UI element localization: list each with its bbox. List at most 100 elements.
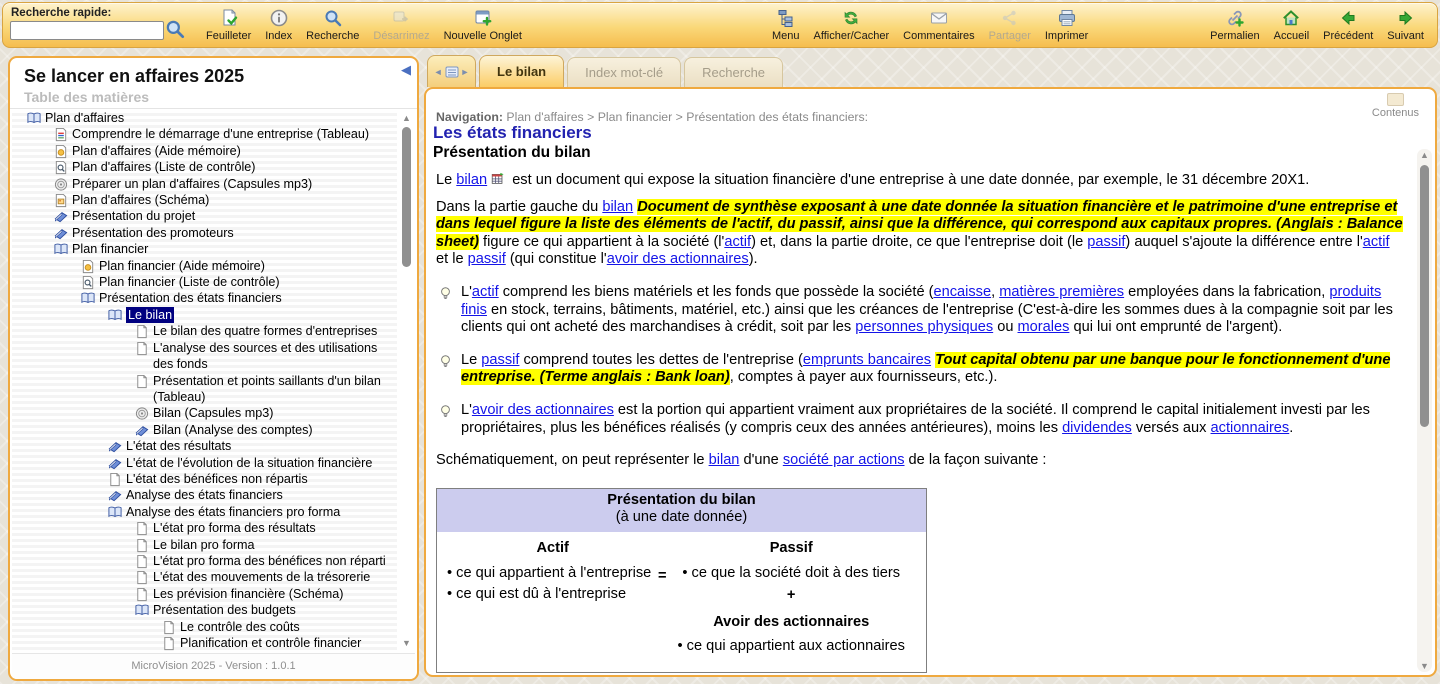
content-link[interactable]: emprunts bancaires [803, 352, 931, 368]
tree-item-plan-d-affaires-schema[interactable]: Plan d'affaires (Schéma) [12, 192, 397, 208]
content-link[interactable]: société par actions [783, 452, 905, 468]
page-subtitle: Présentation du bilan [433, 144, 591, 162]
contents-button[interactable]: Contenus [1372, 93, 1419, 119]
scroll-down-icon[interactable]: ▼ [399, 637, 414, 649]
tree-item-presentation-des-etats-financiers[interactable]: Présentation des états financiers [12, 290, 397, 306]
afficher-cacher-button[interactable]: Afficher/Cacher [807, 6, 897, 42]
tree-item-label: L'état de l'évolution de la situation fi… [126, 455, 372, 471]
tree-item-l-etat-de-l-evolution-de-la-situation-financiere[interactable]: L'état de l'évolution de la situation fi… [12, 455, 397, 471]
feuilleter-button[interactable]: Feuilleter [199, 6, 258, 42]
content-scrollbar[interactable]: ▲ ▼ [1417, 149, 1432, 672]
tree-item-analyse-des-etats-financiers[interactable]: Analyse des états financiers [12, 487, 397, 503]
book-icon [107, 308, 123, 323]
tree-item-presentation-du-projet[interactable]: Présentation du projet [12, 208, 397, 224]
tree-item-l-etat-des-resultats[interactable]: L'état des résultats [12, 438, 397, 454]
tree-item-le-bilan-des-quatre-formes-d-entreprises[interactable]: Le bilan des quatre formes d'entreprises [12, 323, 397, 339]
tab-index-mot-cle[interactable]: Index mot-clé [567, 57, 681, 87]
text-run: ) auquel s'ajoute la différence entre l' [1125, 234, 1362, 250]
scrollbar-thumb[interactable] [1420, 165, 1429, 427]
tree-item-le-bilan-pro-forma[interactable]: Le bilan pro forma [12, 537, 397, 553]
tree-item-planification-et-controle-financier[interactable]: Planification et contrôle financier [12, 635, 397, 651]
scroll-up-icon[interactable]: ▲ [399, 112, 414, 124]
text-run: comprend toutes les dettes de l'entrepri… [519, 352, 802, 368]
content-link[interactable]: actif [472, 284, 499, 300]
toolbar-button-label: Afficher/Cacher [814, 30, 890, 42]
permalien-button[interactable]: Permalien [1203, 6, 1267, 42]
content-link[interactable]: avoir des actionnaires [607, 251, 749, 267]
text-run: d'une [739, 452, 782, 468]
tree-item-label: Présentation du projet [72, 208, 195, 224]
imprimer-button[interactable]: Imprimer [1038, 6, 1095, 42]
page-icon [134, 341, 150, 356]
tab-le-bilan[interactable]: Le bilan [479, 55, 564, 87]
tree-item-label: Bilan (Analyse des comptes) [153, 422, 313, 438]
content-link[interactable]: passif [481, 352, 519, 368]
tab-recherche[interactable]: Recherche [684, 57, 783, 87]
menu-button[interactable]: Menu [765, 6, 807, 42]
search-icon[interactable] [164, 18, 186, 40]
tree-item-presentation-et-points-saillants-d-un-bilan-tableau[interactable]: Présentation et points saillants d'un bi… [12, 373, 397, 406]
tree-item-presentation-des-budgets[interactable]: Présentation des budgets [12, 602, 397, 618]
tree-item-l-analyse-des-sources-et-des-utilisations-des-fonds[interactable]: L'analyse des sources et des utilisation… [12, 340, 397, 373]
tree-item-l-etat-pro-forma-des-benefices-non-reparti[interactable]: L'état pro forma des bénéfices non répar… [12, 553, 397, 569]
tab-scroll-control[interactable]: ◄ ► [427, 55, 476, 87]
recherche-button[interactable]: Recherche [299, 6, 366, 42]
tab-scroll-left-icon[interactable]: ◄ [434, 67, 443, 77]
tab-scroll-right-icon[interactable]: ► [461, 67, 470, 77]
scroll-down-icon[interactable]: ▼ [1417, 660, 1432, 672]
content-link[interactable]: actif [724, 234, 751, 250]
tree-item-plan-financier[interactable]: Plan financier [12, 241, 397, 257]
content-link[interactable]: matières premières [999, 284, 1124, 300]
tree-item-l-etat-pro-forma-des-resultats[interactable]: L'état pro forma des résultats [12, 520, 397, 536]
scroll-up-icon[interactable]: ▲ [1417, 149, 1432, 161]
desarrimez-icon [391, 8, 411, 28]
content-link[interactable]: actif [1363, 234, 1390, 250]
tree-item-bilan-analyse-des-comptes[interactable]: Bilan (Analyse des comptes) [12, 422, 397, 438]
collapse-sidebar-icon[interactable]: ◀ [401, 62, 411, 78]
content-link[interactable]: passif [1087, 234, 1125, 250]
accueil-button[interactable]: Accueil [1267, 6, 1316, 42]
tree-item-le-controle-des-couts[interactable]: Le contrôle des coûts [12, 619, 397, 635]
text-run: Le [436, 172, 456, 188]
index-button[interactable]: Index [258, 6, 299, 42]
commentaires-button[interactable]: Commentaires [896, 6, 982, 42]
content-link[interactable]: dividendes [1062, 420, 1132, 436]
page-icon [134, 324, 150, 339]
tree-item-l-etat-des-benefices-non-repartis[interactable]: L'état des bénéfices non répartis [12, 471, 397, 487]
content-link[interactable]: morales [1018, 319, 1070, 335]
content-link[interactable]: encaisse [933, 284, 991, 300]
tree-item-l-etat-des-mouvements-de-la-tresorerie[interactable]: L'état des mouvements de la trésorerie [12, 569, 397, 585]
content-link[interactable]: bilan [709, 452, 740, 468]
tree-item-analyse-des-etats-financiers-pro-forma[interactable]: Analyse des états financiers pro forma [12, 504, 397, 520]
content-link[interactable]: personnes physiques [855, 319, 993, 335]
content-link[interactable]: actionnaires [1211, 420, 1290, 436]
precedent-button[interactable]: Précédent [1316, 6, 1380, 42]
tab-list-icon[interactable] [445, 66, 459, 78]
tree-item-presentation-des-promoteurs[interactable]: Présentation des promoteurs [12, 225, 397, 241]
tree-item-plan-d-affaires-aide-memoire[interactable]: Plan d'affaires (Aide mémoire) [12, 143, 397, 159]
tree-item-plan-financier-liste-de-controle[interactable]: Plan financier (Liste de contrôle) [12, 274, 397, 290]
content-link[interactable]: bilan [602, 199, 633, 215]
tree-item-label: Analyse des états financiers [126, 487, 283, 503]
text-run: de la façon suivante : [905, 452, 1047, 468]
tree-item-plan-d-affaires-liste-de-controle[interactable]: Plan d'affaires (Liste de contrôle) [12, 159, 397, 175]
tree-item-plan-d-affaires[interactable]: Plan d'affaires [12, 110, 397, 126]
search-input[interactable] [10, 21, 164, 40]
menu-icon [776, 8, 796, 28]
tree-item-les-prevision-financiere-schema[interactable]: Les prévision financière (Schéma) [12, 586, 397, 602]
tree-item-le-bilan[interactable]: Le bilan [12, 307, 397, 323]
tree-item-preparer-un-plan-d-affaires-capsules-mp3[interactable]: Préparer un plan d'affaires (Capsules mp… [12, 176, 397, 192]
equals-sign: = [658, 568, 667, 586]
scrollbar-thumb[interactable] [402, 127, 411, 267]
nouvelle-onglet-button[interactable]: Nouvelle Onglet [437, 6, 529, 42]
content-link[interactable]: bilan [456, 172, 487, 188]
tree-item-comprendre-le-demarrage-d-une-entreprise-tableau[interactable]: Comprendre le démarrage d'une entreprise… [12, 126, 397, 142]
sidebar-scrollbar[interactable]: ▲ ▼ [399, 112, 414, 649]
suivant-button[interactable]: Suivant [1380, 6, 1431, 42]
content-link[interactable]: avoir des actionnaires [472, 402, 614, 418]
content-link[interactable]: passif [468, 251, 506, 267]
tree-item-plan-financier-aide-memoire[interactable]: Plan financier (Aide mémoire) [12, 258, 397, 274]
tree-item-label: Présentation et points saillants d'un bi… [153, 373, 397, 406]
accueil-icon [1281, 8, 1301, 28]
tree-item-bilan-capsules-mp3[interactable]: Bilan (Capsules mp3) [12, 405, 397, 421]
